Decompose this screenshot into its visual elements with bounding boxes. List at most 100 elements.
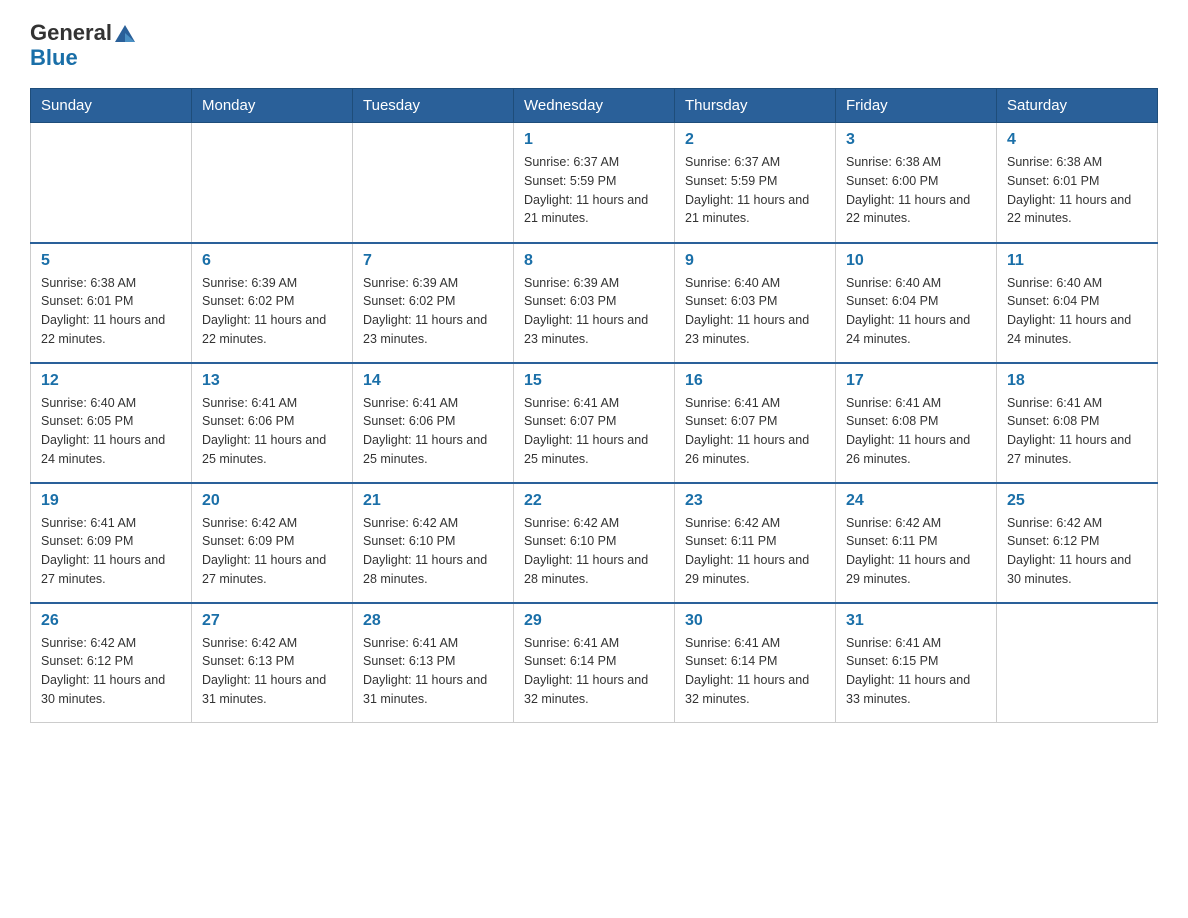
day-info: Sunrise: 6:42 AM Sunset: 6:13 PM Dayligh… bbox=[202, 634, 342, 709]
day-number: 10 bbox=[846, 252, 986, 270]
calendar-cell: 13Sunrise: 6:41 AM Sunset: 6:06 PM Dayli… bbox=[192, 363, 353, 483]
day-info: Sunrise: 6:41 AM Sunset: 6:14 PM Dayligh… bbox=[685, 634, 825, 709]
day-number: 31 bbox=[846, 612, 986, 630]
calendar-week-row: 19 Sunrise: 6:41 AM Sunset: 6:09 PM Dayli… bbox=[31, 483, 1158, 603]
day-number: 13 bbox=[202, 372, 342, 390]
day-number: 6 bbox=[202, 252, 342, 270]
day-info: Sunrise: 6:41 AM Sunset: 6:07 PM Dayligh… bbox=[524, 394, 664, 469]
calendar-table: SundayMondayTuesdayWednesdayThursdayFrid… bbox=[30, 88, 1158, 723]
day-number: 14 bbox=[363, 372, 503, 390]
day-number: 8 bbox=[524, 252, 664, 270]
calendar-cell: 4 Sunrise: 6:38 AM Sunset: 6:01 PM Daylig… bbox=[997, 123, 1158, 243]
day-number: 16 bbox=[685, 372, 825, 390]
day-info: Sunrise: 6:39 AM Sunset: 6:02 PM Dayligh… bbox=[363, 274, 503, 349]
day-info: Sunrise: 6:40 AM Sunset: 6:05 PM Dayligh… bbox=[41, 394, 181, 469]
day-info: Sunrise: 6:42 AM Sunset: 6:11 PM Dayligh… bbox=[846, 514, 986, 589]
day-number: 21 bbox=[363, 492, 503, 510]
day-number: 18 bbox=[1007, 372, 1147, 390]
calendar-cell: 2 Sunrise: 6:37 AM Sunset: 5:59 PM Daylig… bbox=[675, 123, 836, 243]
calendar-cell: 21 Sunrise: 6:42 AM Sunset: 6:10 PM Dayli… bbox=[353, 483, 514, 603]
calendar-header-row: SundayMondayTuesdayWednesdayThursdayFrid… bbox=[31, 89, 1158, 123]
day-number: 17 bbox=[846, 372, 986, 390]
day-number: 29 bbox=[524, 612, 664, 630]
calendar-week-row: 12 Sunrise: 6:40 AM Sunset: 6:05 PM Dayli… bbox=[31, 363, 1158, 483]
calendar-cell: 20 Sunrise: 6:42 AM Sunset: 6:09 PM Dayli… bbox=[192, 483, 353, 603]
calendar-cell: 30 Sunrise: 6:41 AM Sunset: 6:14 PM Dayli… bbox=[675, 603, 836, 723]
day-number: 3 bbox=[846, 131, 986, 149]
calendar-cell: 23Sunrise: 6:42 AM Sunset: 6:11 PM Dayli… bbox=[675, 483, 836, 603]
calendar-cell: 8Sunrise: 6:39 AM Sunset: 6:03 PM Daylig… bbox=[514, 243, 675, 363]
day-info: Sunrise: 6:42 AM Sunset: 6:10 PM Dayligh… bbox=[363, 514, 503, 589]
day-info: Sunrise: 6:42 AM Sunset: 6:12 PM Dayligh… bbox=[41, 634, 181, 709]
day-info: Sunrise: 6:41 AM Sunset: 6:13 PM Dayligh… bbox=[363, 634, 503, 709]
day-header-monday: Monday bbox=[192, 89, 353, 123]
day-number: 24 bbox=[846, 492, 986, 510]
day-number: 28 bbox=[363, 612, 503, 630]
day-number: 25 bbox=[1007, 492, 1147, 510]
day-info: Sunrise: 6:41 AM Sunset: 6:14 PM Dayligh… bbox=[524, 634, 664, 709]
day-number: 4 bbox=[1007, 131, 1147, 149]
day-info: Sunrise: 6:41 AM Sunset: 6:06 PM Dayligh… bbox=[363, 394, 503, 469]
calendar-cell bbox=[192, 123, 353, 243]
day-number: 22 bbox=[524, 492, 664, 510]
day-number: 30 bbox=[685, 612, 825, 630]
day-number: 9 bbox=[685, 252, 825, 270]
day-info: Sunrise: 6:40 AM Sunset: 6:04 PM Dayligh… bbox=[846, 274, 986, 349]
day-info: Sunrise: 6:38 AM Sunset: 6:01 PM Dayligh… bbox=[1007, 153, 1147, 228]
calendar-cell bbox=[353, 123, 514, 243]
calendar-cell: 12 Sunrise: 6:40 AM Sunset: 6:05 PM Dayli… bbox=[31, 363, 192, 483]
calendar-week-row: 1 Sunrise: 6:37 AM Sunset: 5:59 PM Daylig… bbox=[31, 123, 1158, 243]
calendar-cell: 18 Sunrise: 6:41 AM Sunset: 6:08 PM Dayli… bbox=[997, 363, 1158, 483]
day-number: 23 bbox=[685, 492, 825, 510]
calendar-cell bbox=[31, 123, 192, 243]
calendar-cell: 10 Sunrise: 6:40 AM Sunset: 6:04 PM Dayli… bbox=[836, 243, 997, 363]
day-number: 2 bbox=[685, 131, 825, 149]
day-header-tuesday: Tuesday bbox=[353, 89, 514, 123]
calendar-cell: 3Sunrise: 6:38 AM Sunset: 6:00 PM Daylig… bbox=[836, 123, 997, 243]
day-number: 1 bbox=[524, 131, 664, 149]
logo-blue: Blue bbox=[30, 46, 138, 70]
calendar-cell: 24 Sunrise: 6:42 AM Sunset: 6:11 PM Dayli… bbox=[836, 483, 997, 603]
calendar-cell: 17 Sunrise: 6:41 AM Sunset: 6:08 PM Dayli… bbox=[836, 363, 997, 483]
day-number: 12 bbox=[41, 372, 181, 390]
day-info: Sunrise: 6:41 AM Sunset: 6:08 PM Dayligh… bbox=[846, 394, 986, 469]
day-number: 15 bbox=[524, 372, 664, 390]
logo-triangle-icon bbox=[112, 20, 138, 46]
day-number: 7 bbox=[363, 252, 503, 270]
day-info: Sunrise: 6:42 AM Sunset: 6:10 PM Dayligh… bbox=[524, 514, 664, 589]
day-header-thursday: Thursday bbox=[675, 89, 836, 123]
calendar-cell: 1Sunrise: 6:37 AM Sunset: 5:59 PM Daylig… bbox=[514, 123, 675, 243]
day-number: 26 bbox=[41, 612, 181, 630]
day-info: Sunrise: 6:40 AM Sunset: 6:04 PM Dayligh… bbox=[1007, 274, 1147, 349]
calendar-cell: 19 Sunrise: 6:41 AM Sunset: 6:09 PM Dayli… bbox=[31, 483, 192, 603]
day-info: Sunrise: 6:42 AM Sunset: 6:09 PM Dayligh… bbox=[202, 514, 342, 589]
calendar-cell: 11 Sunrise: 6:40 AM Sunset: 6:04 PM Dayli… bbox=[997, 243, 1158, 363]
calendar-cell: 27 Sunrise: 6:42 AM Sunset: 6:13 PM Dayli… bbox=[192, 603, 353, 723]
day-info: Sunrise: 6:41 AM Sunset: 6:08 PM Dayligh… bbox=[1007, 394, 1147, 469]
day-header-wednesday: Wednesday bbox=[514, 89, 675, 123]
day-info: Sunrise: 6:41 AM Sunset: 6:07 PM Dayligh… bbox=[685, 394, 825, 469]
day-info: Sunrise: 6:41 AM Sunset: 6:09 PM Dayligh… bbox=[41, 514, 181, 589]
calendar-cell: 15 Sunrise: 6:41 AM Sunset: 6:07 PM Dayli… bbox=[514, 363, 675, 483]
day-info: Sunrise: 6:37 AM Sunset: 5:59 PM Dayligh… bbox=[685, 153, 825, 228]
day-number: 11 bbox=[1007, 252, 1147, 270]
logo: GeneralBlue bbox=[30, 20, 138, 70]
day-number: 27 bbox=[202, 612, 342, 630]
calendar-cell: 28 Sunrise: 6:41 AM Sunset: 6:13 PM Dayli… bbox=[353, 603, 514, 723]
day-info: Sunrise: 6:41 AM Sunset: 6:15 PM Dayligh… bbox=[846, 634, 986, 709]
calendar-cell: 29 Sunrise: 6:41 AM Sunset: 6:14 PM Dayli… bbox=[514, 603, 675, 723]
day-number: 19 bbox=[41, 492, 181, 510]
page-header: GeneralBlue bbox=[30, 20, 1158, 70]
calendar-cell: 22 Sunrise: 6:42 AM Sunset: 6:10 PM Dayli… bbox=[514, 483, 675, 603]
calendar-cell: 5Sunrise: 6:38 AM Sunset: 6:01 PM Daylig… bbox=[31, 243, 192, 363]
day-info: Sunrise: 6:38 AM Sunset: 6:01 PM Dayligh… bbox=[41, 274, 181, 349]
calendar-cell: 7 Sunrise: 6:39 AM Sunset: 6:02 PM Daylig… bbox=[353, 243, 514, 363]
day-header-sunday: Sunday bbox=[31, 89, 192, 123]
day-info: Sunrise: 6:40 AM Sunset: 6:03 PM Dayligh… bbox=[685, 274, 825, 349]
calendar-cell: 14 Sunrise: 6:41 AM Sunset: 6:06 PM Dayli… bbox=[353, 363, 514, 483]
day-number: 20 bbox=[202, 492, 342, 510]
day-info: Sunrise: 6:39 AM Sunset: 6:02 PM Dayligh… bbox=[202, 274, 342, 349]
calendar-week-row: 5Sunrise: 6:38 AM Sunset: 6:01 PM Daylig… bbox=[31, 243, 1158, 363]
day-info: Sunrise: 6:42 AM Sunset: 6:12 PM Dayligh… bbox=[1007, 514, 1147, 589]
calendar-cell: 25 Sunrise: 6:42 AM Sunset: 6:12 PM Dayli… bbox=[997, 483, 1158, 603]
